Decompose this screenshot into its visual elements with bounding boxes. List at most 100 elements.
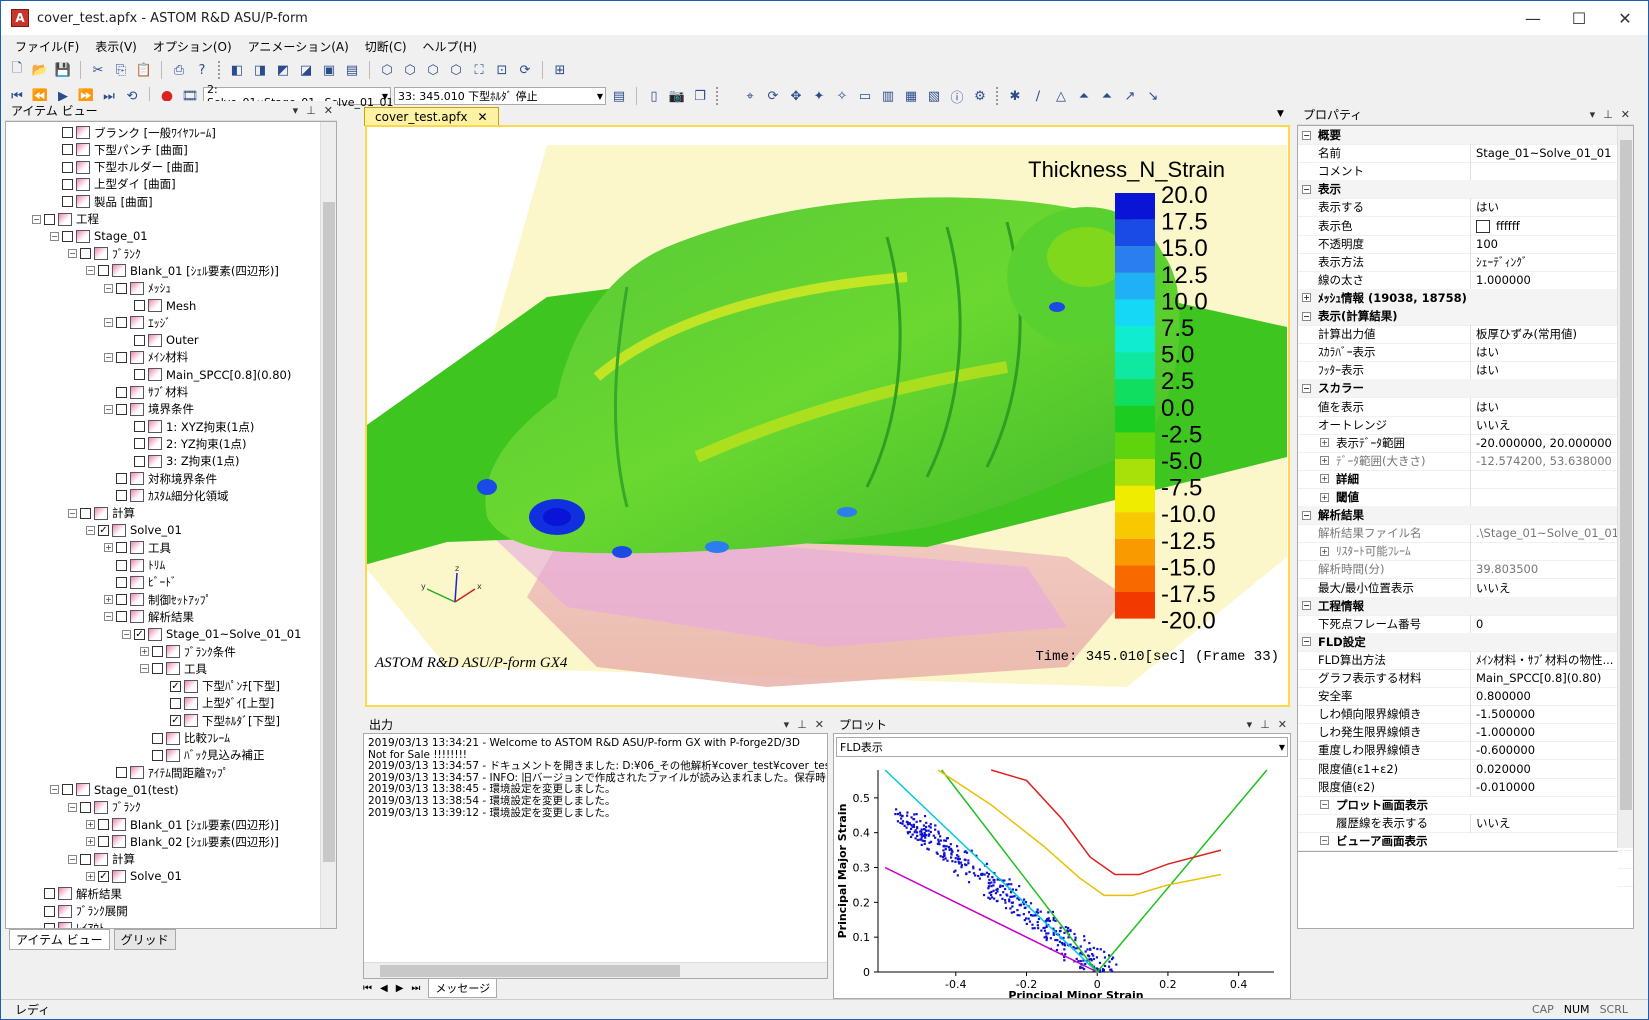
tree-item[interactable]: + Blank_02 [ｼｪﾙ要素(四辺形)] xyxy=(86,833,279,850)
tree-checkbox[interactable] xyxy=(152,749,163,761)
tree-item[interactable]: 上型ﾀﾞｲ[上型] xyxy=(158,695,274,712)
save-icon[interactable]: 💾 xyxy=(53,60,73,80)
fit-view-icon[interactable]: ⛶ xyxy=(469,60,489,80)
copy-icon[interactable]: ⎘ xyxy=(111,60,131,80)
property-value[interactable]: -12.574200, 53.638000 xyxy=(1476,454,1612,468)
property-row[interactable]: 下死点フレーム番号 0 xyxy=(1298,614,1633,634)
collapse-icon[interactable]: − xyxy=(104,283,113,293)
tree-checkbox[interactable] xyxy=(134,369,145,381)
tree-item[interactable]: 対称境界条件 xyxy=(104,470,217,487)
collapse-icon[interactable]: − xyxy=(1302,184,1311,194)
rotate-tool-icon[interactable]: ⟳ xyxy=(763,86,783,106)
record-settings-icon[interactable]: ⊞ xyxy=(550,60,570,80)
property-row[interactable]: + ﾘｽﾀｰﾄ可能ﾌﾚｰﾑ xyxy=(1298,542,1633,562)
cut-icon[interactable]: ✂ xyxy=(88,60,108,80)
collapse-icon[interactable]: − xyxy=(50,785,59,795)
tree-checkbox[interactable]: ✓ xyxy=(98,524,109,536)
collapse-icon[interactable]: − xyxy=(68,508,77,518)
tree-checkbox[interactable] xyxy=(62,178,73,190)
property-row[interactable]: 表示方法 ｼｪｰﾃﾞｨﾝｸﾞ xyxy=(1298,252,1633,272)
tree-checkbox[interactable] xyxy=(116,576,127,588)
tree-item[interactable]: 2: YZ拘束(1点) xyxy=(122,435,247,452)
panel-close-icon[interactable]: ✕ xyxy=(1621,108,1630,121)
next-page-icon[interactable]: ▶ xyxy=(396,983,404,994)
tree-item[interactable]: − 工程 xyxy=(32,211,99,228)
property-value[interactable]: 0 xyxy=(1476,617,1483,631)
property-row[interactable]: しわ傾向限界線傾き -1.500000 xyxy=(1298,705,1633,725)
expand-icon[interactable]: + xyxy=(1320,546,1329,556)
property-row[interactable]: 限度値(ε2) -0.010000 xyxy=(1298,777,1633,797)
iso-view-4-icon[interactable]: ⬡ xyxy=(446,60,466,80)
tree-item[interactable]: ｻﾌﾞ材料 xyxy=(104,384,188,401)
tree-item[interactable]: − 計算 xyxy=(68,505,135,522)
tree-checkbox[interactable] xyxy=(134,421,145,433)
scroll-thumb[interactable] xyxy=(380,965,680,977)
tree-checkbox[interactable] xyxy=(62,230,73,242)
property-row[interactable]: ﾌｯﾀｰ表示 はい xyxy=(1298,361,1633,381)
menu-help[interactable]: ヘルプ(H) xyxy=(415,38,485,55)
output-hscrollbar[interactable] xyxy=(364,962,827,978)
expand-icon[interactable]: + xyxy=(1320,438,1329,448)
help-icon[interactable]: ? xyxy=(192,60,212,80)
tree-checkbox[interactable] xyxy=(152,732,163,744)
minimize-button[interactable]: — xyxy=(1510,1,1556,35)
info-icon[interactable]: ⓘ xyxy=(947,86,967,106)
tree-checkbox[interactable] xyxy=(44,213,55,225)
view-bottom-icon[interactable]: ◪ xyxy=(296,60,316,80)
tree-checkbox[interactable] xyxy=(116,473,127,484)
expand-icon[interactable]: + xyxy=(104,595,113,605)
property-grid[interactable]: − 概要 名前 Stage_01~Solve_01_01 コメント − 表示 表示する はい 表示… xyxy=(1297,125,1634,929)
scroll-thumb[interactable] xyxy=(1620,140,1632,810)
output-log[interactable]: 2019/03/13 13:34:21 - Welcome to ASTOM R… xyxy=(363,733,828,979)
plot-type-combo[interactable]: FLD表示 ▼ xyxy=(836,737,1288,757)
property-value[interactable]: -20.000000, 20.000000 xyxy=(1476,436,1612,450)
tree-item[interactable]: Outer xyxy=(122,332,199,349)
tree-checkbox[interactable] xyxy=(116,351,127,363)
property-row[interactable]: 安全率 0.800000 xyxy=(1298,687,1633,707)
tree-checkbox[interactable]: ✓ xyxy=(170,680,181,692)
expand-icon[interactable]: + xyxy=(140,647,149,656)
property-row[interactable]: ｽｶﾗﾊﾞｰ表示 はい xyxy=(1298,343,1633,363)
collapse-icon[interactable]: − xyxy=(68,802,77,812)
tree-item[interactable]: − Blank_01 [ｼｪﾙ要素(四辺形)] xyxy=(86,262,279,279)
3d-viewer[interactable]: y z x 20.0 17.5 15.0 12.5 10.0 7.5 5.0 2.5 0.0 -2… xyxy=(365,125,1290,707)
property-value[interactable]: -1.000000 xyxy=(1476,725,1535,739)
tree-checkbox[interactable] xyxy=(98,819,109,830)
prev-page-icon[interactable]: ◀ xyxy=(380,983,388,994)
property-category[interactable]: − 表示(計算結果) xyxy=(1298,307,1633,326)
first-page-icon[interactable]: ⏮ xyxy=(363,983,372,994)
pin-icon[interactable]: ⊥ xyxy=(1260,718,1270,731)
tree-checkbox[interactable] xyxy=(170,697,181,709)
tree-checkbox[interactable] xyxy=(152,663,163,675)
property-value[interactable]: ﾒｲﾝ材料・ｻﾌﾞ材料の物性... xyxy=(1476,652,1613,668)
collapse-icon[interactable]: − xyxy=(68,249,77,259)
tree-item[interactable]: + 工具 xyxy=(104,539,171,556)
menu-file[interactable]: ファイル(F) xyxy=(7,38,87,55)
panel-menu-icon[interactable]: ▾ xyxy=(1247,718,1253,731)
tree-checkbox[interactable] xyxy=(152,646,163,657)
expand-icon[interactable]: + xyxy=(86,871,95,881)
property-row[interactable]: 計算出力値 板厚ひずみ(常用値) xyxy=(1298,325,1633,345)
tool-c-icon[interactable]: △ xyxy=(1051,86,1071,106)
view-back-icon[interactable]: ◨ xyxy=(250,60,270,80)
tool-e-icon[interactable]: ⏶ xyxy=(1097,86,1117,106)
iso-view-1-icon[interactable]: ⬡ xyxy=(377,60,397,80)
tree-item[interactable]: 上型ダイ [曲面] xyxy=(50,176,176,193)
property-category[interactable]: − 解析結果 xyxy=(1298,506,1633,526)
tree-checkbox[interactable] xyxy=(80,801,91,813)
tool-a-icon[interactable]: ✱ xyxy=(1005,86,1025,106)
expand-icon[interactable]: + xyxy=(1320,492,1329,502)
toolbar-grip[interactable] xyxy=(716,87,719,105)
tree-item[interactable]: ✓ 下型ﾊﾟﾝﾁ[下型] xyxy=(158,678,280,695)
tree-checkbox[interactable] xyxy=(116,403,127,415)
tree-item[interactable]: + Blank_01 [ｼｪﾙ要素(四辺形)] xyxy=(86,816,279,833)
tree-checkbox[interactable] xyxy=(44,888,55,900)
property-row[interactable]: + 閾値 xyxy=(1298,488,1633,507)
property-value[interactable]: 板厚ひずみ(常用値) xyxy=(1476,326,1577,342)
tree-item[interactable]: − 工具 xyxy=(140,660,207,677)
tree-checkbox[interactable]: ✓ xyxy=(98,870,109,882)
toolbar-grip[interactable] xyxy=(218,61,221,79)
tree-item[interactable]: − ﾌﾞﾗﾝｸ xyxy=(68,245,141,262)
property-category[interactable]: − 表示 xyxy=(1298,180,1633,200)
view-right-icon[interactable]: ▤ xyxy=(342,60,362,80)
